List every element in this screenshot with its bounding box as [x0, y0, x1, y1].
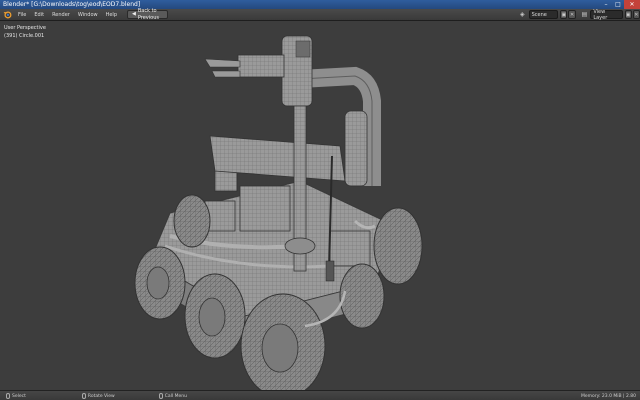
robot-model [134, 35, 423, 390]
scene-browse-button[interactable]: ▣ [560, 10, 568, 19]
hint-select-label: Select [12, 393, 26, 399]
window-title: Blender* [G:\Downloads\tog\eod\EOD7.blen… [3, 1, 141, 8]
scene-delete-button[interactable]: ✕ [568, 10, 576, 19]
hint-select: Select [0, 393, 26, 399]
memory-info: Memory: 23.0 MiB | 2.80 [581, 393, 636, 399]
menu-file[interactable]: File [14, 12, 30, 18]
title-bar: Blender* [G:\Downloads\tog\eod\EOD7.blen… [0, 0, 640, 9]
back-arrow-icon: ◀ [132, 11, 136, 17]
mouse-middle-icon [81, 393, 86, 399]
hint-rotate: Rotate View [26, 393, 115, 399]
view-layer-browse-button[interactable]: ▣ [624, 10, 632, 19]
blender-logo-icon[interactable] [3, 10, 12, 20]
scene-field[interactable]: Scene [528, 10, 559, 19]
turret [209, 135, 346, 192]
status-bar: Select Rotate View Call Menu Memory: 23.… [0, 390, 640, 400]
view-layer-field[interactable]: View Layer [590, 8, 623, 21]
view-layer-icon: ▤ [581, 11, 588, 18]
view-layer-delete-button[interactable]: ✕ [632, 10, 640, 19]
hint-menu: Call Menu [115, 393, 187, 399]
menu-window[interactable]: Window [74, 12, 102, 18]
gripper [204, 54, 285, 78]
scene-name: Scene [531, 11, 547, 18]
blender-window: Blender* [G:\Downloads\tog\eod\EOD7.blen… [0, 0, 640, 400]
scene-icon: ◈ [519, 11, 525, 18]
info-header: File Edit Render Window Help ◀ Back to P… [0, 7, 640, 21]
menu-edit[interactable]: Edit [30, 12, 48, 18]
hint-rotate-label: Rotate View [87, 393, 115, 399]
close-button[interactable]: ✕ [624, 0, 640, 9]
3d-viewport[interactable]: User Perspective (391) Circle.001 [0, 21, 640, 390]
menu-render[interactable]: Render [48, 12, 74, 18]
mouse-left-icon [6, 393, 10, 399]
back-to-previous-button[interactable]: ◀ Back to Previous [127, 7, 168, 21]
menu-help[interactable]: Help [102, 12, 121, 18]
hint-menu-label: Call Menu [164, 393, 187, 399]
view-layer-name: View Layer [593, 8, 608, 21]
mouse-right-icon [158, 393, 163, 399]
back-button-label: Back to Previous [137, 7, 159, 21]
